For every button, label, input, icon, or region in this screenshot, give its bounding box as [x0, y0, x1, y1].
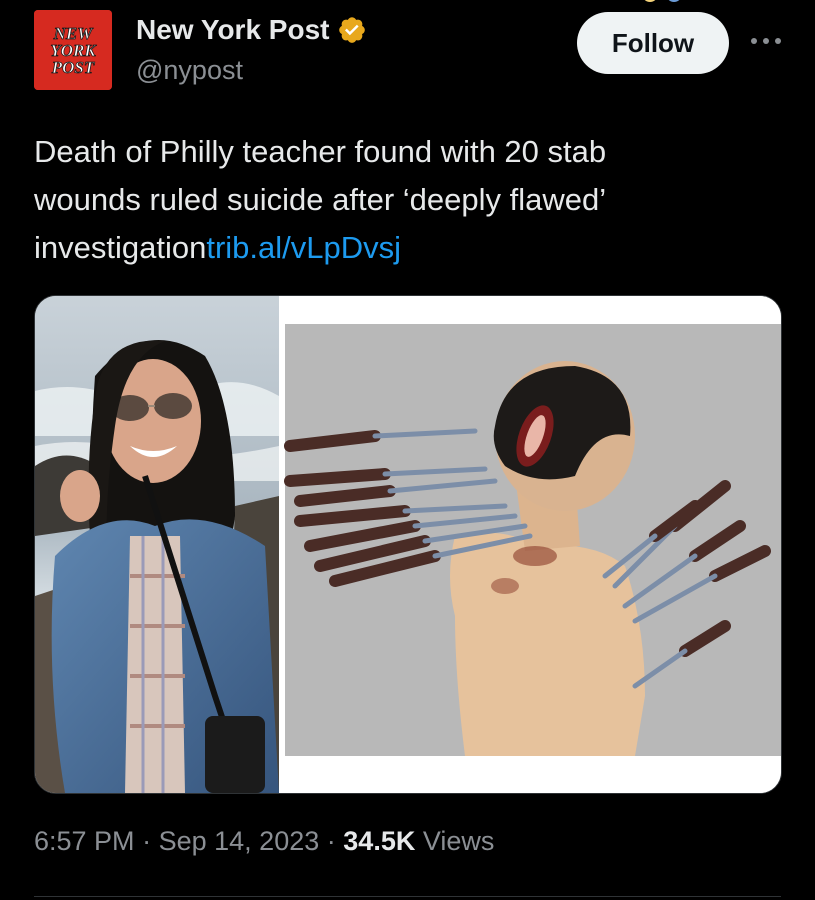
divider: [34, 896, 781, 897]
media-photo-left[interactable]: [35, 296, 280, 793]
nypost-logo: NEW YORK POST: [34, 10, 112, 90]
tweet-text-line-last: investigationtrib.al/vLpDvsj: [34, 224, 754, 272]
tweet-card: NEW YORK POST New York Post @nypost Foll…: [0, 0, 815, 900]
top-cutoff-icons: [644, 0, 680, 2]
tweet-text: Death of Philly teacher found with 20 st…: [34, 128, 754, 272]
tweet-meta: 6:57 PM · Sep 14, 2023 · 34.5K Views: [34, 826, 494, 857]
tweet-date[interactable]: Sep 14, 2023: [159, 826, 320, 856]
more-horizontal-icon: [751, 38, 781, 44]
media-illustration-right[interactable]: [284, 296, 781, 793]
tweet-text-line: wounds ruled suicide after ‘deeply flawe…: [34, 182, 607, 217]
author-display-name[interactable]: New York Post: [136, 14, 367, 46]
follow-button[interactable]: Follow: [577, 12, 729, 74]
author-avatar[interactable]: NEW YORK POST: [34, 10, 112, 90]
tweet-media[interactable]: [34, 295, 782, 794]
tweet-time[interactable]: 6:57 PM: [34, 826, 135, 856]
views-count: 34.5K: [343, 826, 416, 856]
verified-badge-icon: [339, 17, 366, 43]
author-handle[interactable]: @nypost: [136, 55, 243, 86]
meta-separator: ·: [142, 826, 152, 856]
tweet-link[interactable]: trib.al/vLpDvsj: [206, 230, 401, 265]
tweet-text-line: investigation: [34, 230, 207, 265]
author-name-text: New York Post: [136, 14, 330, 45]
tweet-text-line: Death of Philly teacher found with 20 st…: [34, 134, 607, 169]
meta-separator: ·: [326, 826, 336, 856]
svg-text:POST: POST: [51, 58, 95, 77]
more-options-button[interactable]: [748, 26, 784, 56]
views-label: Views: [422, 826, 495, 856]
